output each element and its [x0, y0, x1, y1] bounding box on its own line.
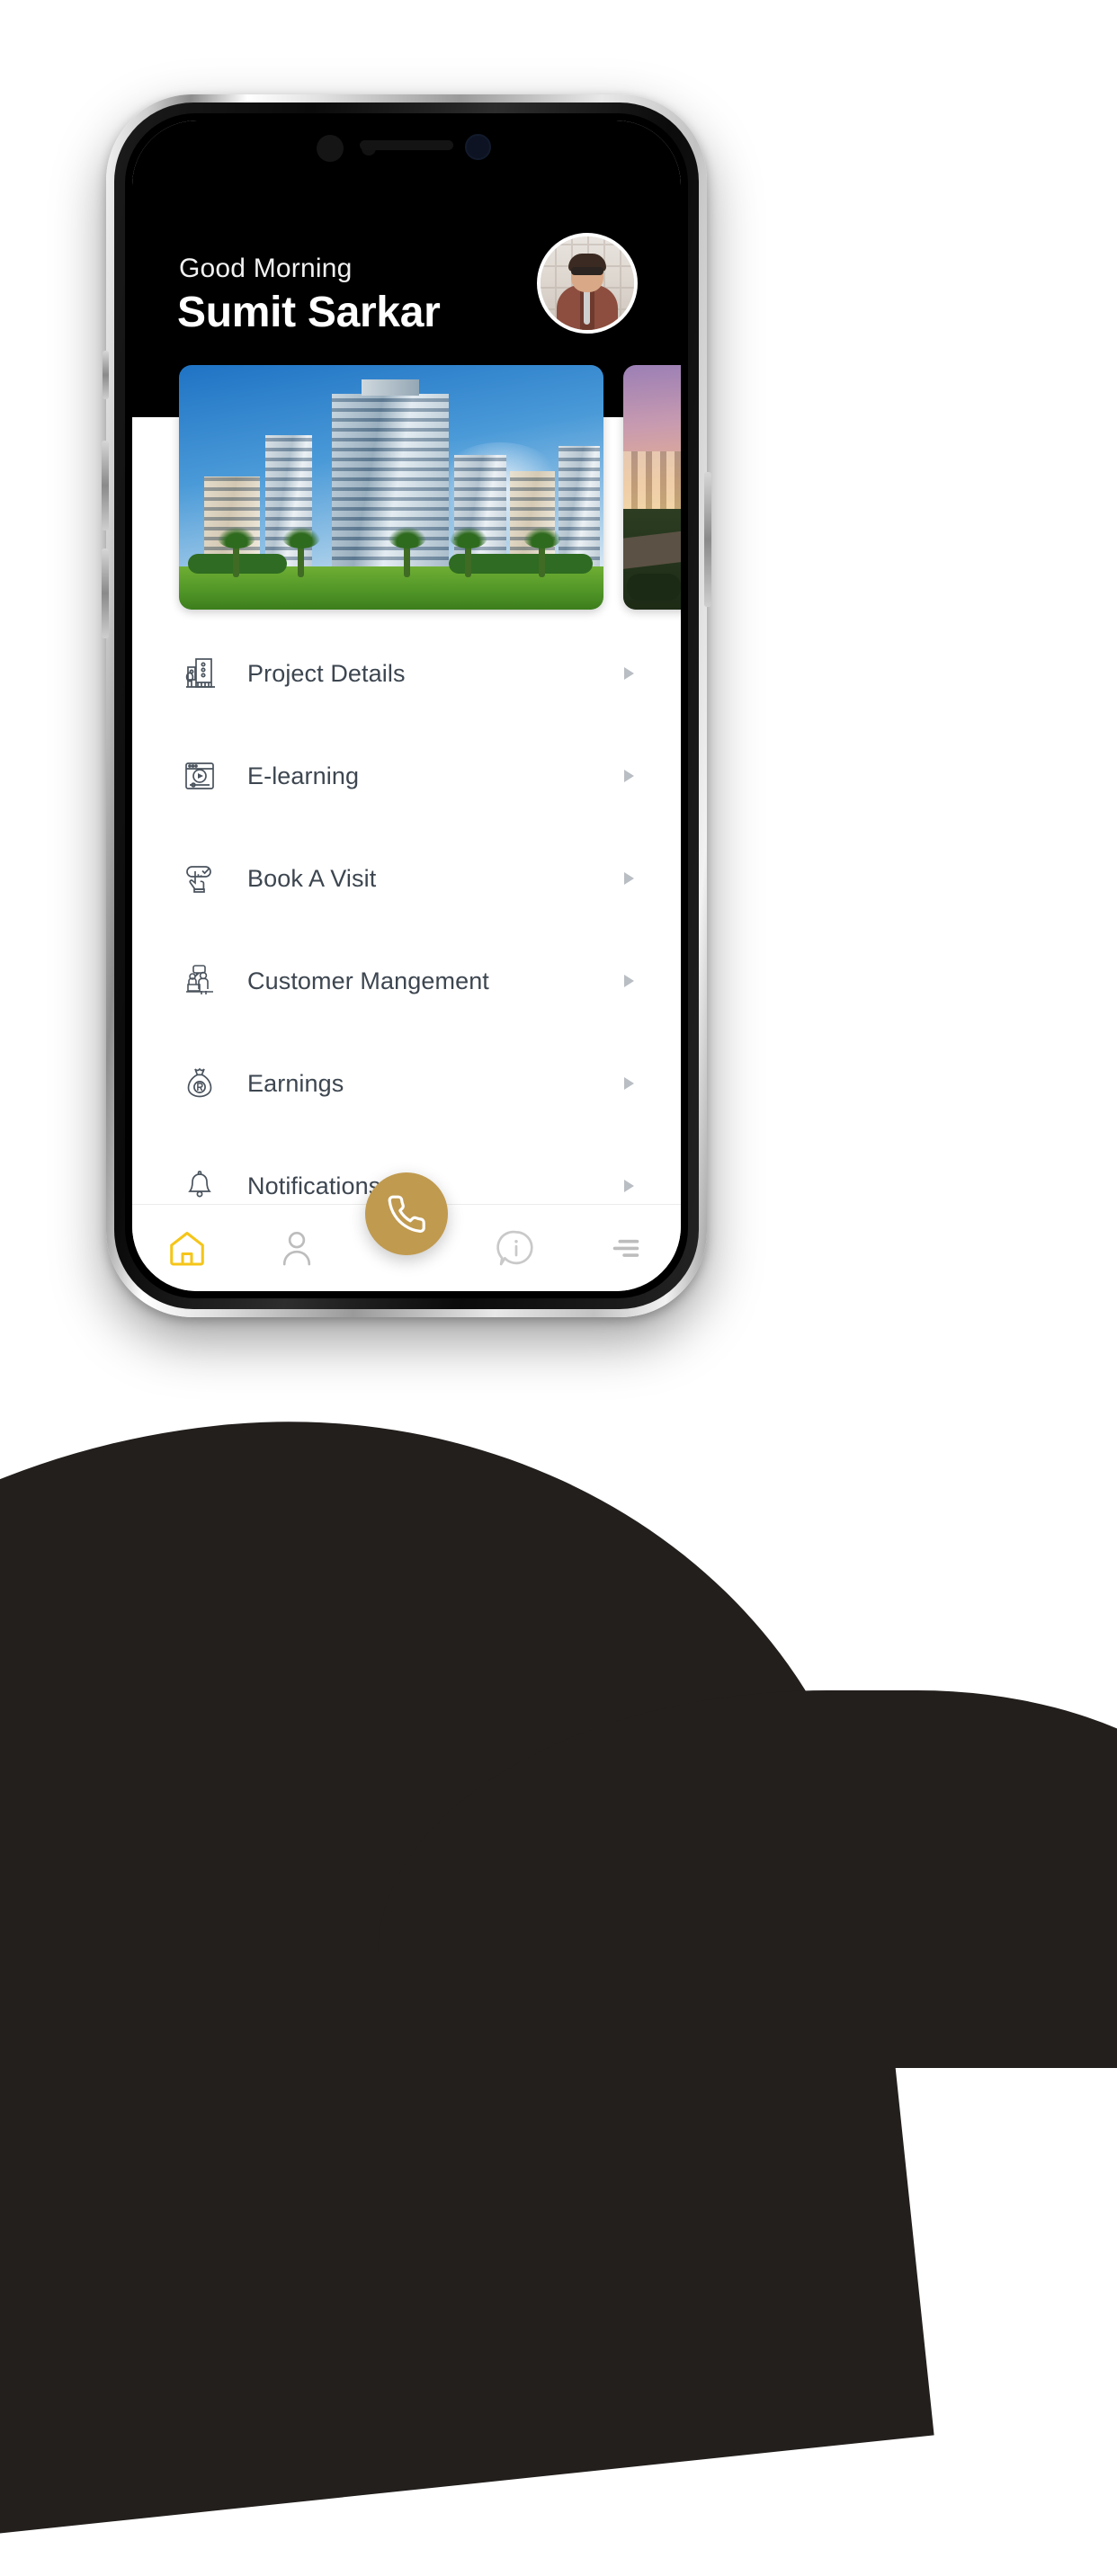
- phone-inner-frame: Good Morning Sumit Sarkar Project Detail…: [114, 103, 699, 1309]
- menu-item-earnings[interactable]: Earnings: [132, 1050, 681, 1117]
- device-notch: [272, 120, 541, 176]
- avatar[interactable]: [537, 233, 638, 334]
- slide1-tower-far-right: [558, 446, 600, 570]
- earpiece-speaker: [360, 140, 453, 150]
- volume-down-button[interactable]: [102, 548, 109, 638]
- person-icon: [282, 1231, 311, 1266]
- slide1-tower-main: [332, 394, 449, 570]
- slide1-tower-right: [454, 455, 506, 570]
- menu-label: Project Details: [247, 659, 406, 687]
- menu-item-project-details[interactable]: Project Details: [132, 640, 681, 707]
- hamburger-icon: [612, 1239, 639, 1257]
- nav-item-home[interactable]: [132, 1205, 242, 1291]
- customer-desk-icon: [177, 958, 222, 1003]
- carousel-slide-1[interactable]: [179, 365, 603, 610]
- menu-label: Customer Mangement: [247, 967, 489, 994]
- phone-mockup: Good Morning Sumit Sarkar Project Detail…: [102, 94, 711, 1317]
- proximity-sensor: [317, 135, 344, 162]
- mute-switch[interactable]: [103, 351, 109, 399]
- nav-item-profile[interactable]: [242, 1205, 352, 1291]
- slide1-tower-left: [265, 435, 312, 570]
- menu-label: E-learning: [247, 762, 360, 789]
- slide1-palm-5: [523, 527, 561, 577]
- volume-up-button[interactable]: [102, 441, 109, 530]
- avatar-sunglasses: [571, 267, 603, 275]
- info-icon: [496, 1230, 533, 1266]
- slide1-palm-1: [218, 527, 255, 577]
- project-carousel[interactable]: [132, 365, 681, 610]
- chevron-right-icon: [624, 770, 634, 782]
- phone-bezel: Good Morning Sumit Sarkar Project Detail…: [125, 113, 688, 1298]
- carousel-slide-2[interactable]: [623, 365, 681, 610]
- menu-item-book-a-visit[interactable]: Book A Visit: [132, 845, 681, 912]
- call-icon: [388, 1195, 425, 1233]
- menu-label: Book A Visit: [247, 864, 377, 892]
- main-menu-list: Project Details E-learning Book A Visit …: [132, 624, 681, 1205]
- chevron-right-icon: [624, 975, 634, 987]
- slide2-bush-1: [627, 574, 681, 601]
- power-button[interactable]: [704, 472, 711, 607]
- call-fab-button[interactable]: [365, 1172, 448, 1255]
- menu-label: Earnings: [247, 1069, 344, 1097]
- phone-screen: Good Morning Sumit Sarkar Project Detail…: [132, 120, 681, 1291]
- chevron-right-icon: [624, 667, 634, 680]
- nav-item-menu[interactable]: [571, 1205, 681, 1291]
- menu-item-customer-management[interactable]: Customer Mangement: [132, 948, 681, 1014]
- hand-click-icon: [177, 856, 222, 901]
- video-player-icon: [177, 753, 222, 798]
- greeting-text: Good Morning: [179, 254, 353, 283]
- bell-icon: [177, 1163, 222, 1208]
- slide1-palm-3: [389, 527, 426, 577]
- front-camera: [465, 134, 491, 160]
- slide1-palm-2: [282, 527, 320, 577]
- chevron-right-icon: [624, 1077, 634, 1090]
- chevron-right-icon: [624, 1180, 634, 1192]
- home-icon: [170, 1231, 204, 1266]
- building-icon: [177, 651, 222, 696]
- slide1-palm-4: [450, 527, 487, 577]
- money-bag-icon: [177, 1061, 222, 1106]
- nav-item-info[interactable]: [461, 1205, 571, 1291]
- user-name: Sumit Sarkar: [177, 289, 441, 336]
- menu-label: Notifications: [247, 1172, 381, 1199]
- menu-item-e-learning[interactable]: E-learning: [132, 743, 681, 809]
- avatar-microphone: [584, 289, 590, 325]
- app-root: Good Morning Sumit Sarkar Project Detail…: [132, 120, 681, 1291]
- chevron-right-icon: [624, 872, 634, 885]
